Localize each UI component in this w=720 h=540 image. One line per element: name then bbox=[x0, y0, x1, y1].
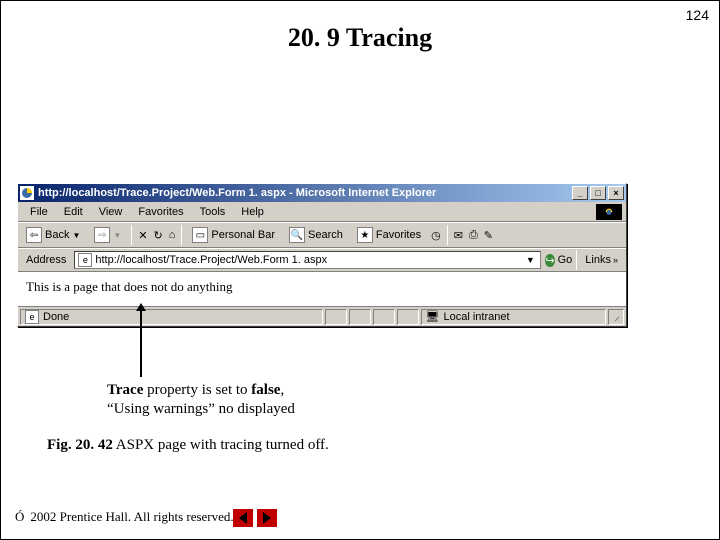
resize-grip[interactable] bbox=[608, 309, 624, 325]
address-input[interactable]: e http://localhost/Trace.Project/Web.For… bbox=[74, 251, 541, 269]
window-titlebar: http://localhost/Trace.Project/Web.Form … bbox=[18, 184, 626, 202]
annotation-line1-mid: property is set to bbox=[143, 382, 251, 398]
copyright-symbol: Ó bbox=[15, 509, 24, 525]
annotation-text: Trace property is set to false, “Using w… bbox=[107, 381, 295, 419]
refresh-icon[interactable]: ↻ bbox=[154, 229, 163, 242]
links-button[interactable]: Links » bbox=[581, 254, 622, 266]
personal-bar-button[interactable]: ▭ Personal Bar bbox=[188, 225, 279, 245]
address-label: Address bbox=[22, 254, 70, 266]
menubar: File Edit View Favorites Tools Help bbox=[18, 202, 626, 222]
menu-file[interactable]: File bbox=[22, 204, 56, 220]
status-pane-4 bbox=[373, 309, 395, 325]
figure-number: Fig. 20. 42 bbox=[47, 437, 113, 453]
forward-button[interactable]: ⇨ ▼ bbox=[90, 225, 125, 245]
search-label: Search bbox=[308, 229, 343, 241]
separator bbox=[181, 225, 182, 245]
ie-page-icon bbox=[20, 186, 34, 200]
maximize-button[interactable]: □ bbox=[590, 186, 606, 200]
print-icon[interactable]: ⎙ bbox=[469, 229, 478, 242]
window-buttons: _ □ × bbox=[570, 186, 624, 200]
window-title: http://localhost/Trace.Project/Web.Form … bbox=[38, 187, 570, 199]
go-icon: ↪ bbox=[545, 254, 554, 267]
menu-favorites[interactable]: Favorites bbox=[130, 204, 191, 220]
minimize-button[interactable]: _ bbox=[572, 186, 588, 200]
figure-caption: Fig. 20. 42 ASPX page with tracing turne… bbox=[47, 437, 329, 454]
go-button[interactable]: ↪ Go bbox=[545, 254, 572, 267]
favorites-button[interactable]: ★ Favorites bbox=[353, 225, 425, 245]
status-pane-5 bbox=[397, 309, 419, 325]
edit-icon[interactable]: ✎ bbox=[484, 229, 493, 242]
next-slide-button[interactable] bbox=[257, 509, 277, 527]
status-pane-3 bbox=[349, 309, 371, 325]
menu-view[interactable]: View bbox=[91, 204, 131, 220]
security-zone-pane: 🖥 Local intranet bbox=[421, 309, 607, 325]
links-label: Links bbox=[585, 254, 611, 266]
status-text: Done bbox=[43, 311, 69, 323]
section-heading: 20. 9 Tracing bbox=[1, 23, 719, 53]
links-chevron-icon: » bbox=[613, 255, 618, 265]
dropdown-icon: ▼ bbox=[113, 231, 121, 240]
grip-icon bbox=[613, 311, 619, 323]
back-label: Back bbox=[45, 229, 69, 241]
dropdown-icon: ▼ bbox=[72, 231, 80, 240]
slide-nav bbox=[233, 509, 277, 527]
triangle-left-icon bbox=[239, 512, 247, 524]
stop-icon[interactable]: ✕ bbox=[138, 229, 147, 242]
status-main-pane: e Done bbox=[20, 309, 323, 325]
search-icon: 🔍 bbox=[289, 227, 305, 243]
mail-icon[interactable]: ✉ bbox=[454, 229, 463, 242]
slide: 124 20. 9 Tracing http://localhost/Trace… bbox=[0, 0, 720, 540]
menu-tools[interactable]: Tools bbox=[192, 204, 234, 220]
done-icon: e bbox=[25, 310, 39, 324]
ie-window: http://localhost/Trace.Project/Web.Form … bbox=[17, 183, 627, 327]
search-button[interactable]: 🔍 Search bbox=[285, 225, 347, 245]
back-arrow-icon: ⇦ bbox=[26, 227, 42, 243]
go-label: Go bbox=[558, 254, 573, 266]
favorites-label: Favorites bbox=[376, 229, 421, 241]
copyright-text: 2002 Prentice Hall. All rights reserved. bbox=[30, 509, 233, 525]
status-pane-2 bbox=[325, 309, 347, 325]
page-type-icon: e bbox=[78, 253, 92, 267]
annotation-line2: “Using warnings” no displayed bbox=[107, 400, 295, 419]
status-bar: e Done 🖥 Local intranet bbox=[18, 306, 626, 326]
triangle-right-icon bbox=[263, 512, 271, 524]
history-icon[interactable]: ◷ bbox=[431, 229, 441, 242]
annotation-arrow bbox=[140, 309, 142, 377]
separator bbox=[131, 225, 132, 245]
address-bar: Address e http://localhost/Trace.Project… bbox=[18, 248, 626, 272]
page-content: This is a page that does not do anything bbox=[18, 272, 626, 306]
prev-slide-button[interactable] bbox=[233, 509, 253, 527]
address-dropdown-icon[interactable]: ▼ bbox=[523, 255, 537, 265]
back-button[interactable]: ⇦ Back ▼ bbox=[22, 225, 84, 245]
menu-help[interactable]: Help bbox=[233, 204, 272, 220]
page-body-text: This is a page that does not do anything bbox=[26, 279, 233, 294]
url-text: http://localhost/Trace.Project/Web.Form … bbox=[95, 254, 520, 266]
separator bbox=[576, 250, 577, 270]
footer-copyright: Ó 2002 Prentice Hall. All rights reserve… bbox=[15, 509, 234, 525]
annotation-trace-word: Trace bbox=[107, 382, 143, 398]
separator bbox=[447, 225, 448, 245]
toolbar: ⇦ Back ▼ ⇨ ▼ ✕ ↻ ⌂ ▭ Personal Bar 🔍 Sear… bbox=[18, 222, 626, 248]
annotation-line1-tail: , bbox=[280, 382, 284, 398]
annotation-false-word: false bbox=[251, 382, 280, 398]
close-button[interactable]: × bbox=[608, 186, 624, 200]
figure-text: ASPX page with tracing turned off. bbox=[113, 437, 329, 453]
intranet-icon: 🖥 bbox=[426, 310, 440, 324]
ie-logo-icon bbox=[596, 204, 622, 220]
menu-edit[interactable]: Edit bbox=[56, 204, 91, 220]
personal-bar-label: Personal Bar bbox=[211, 229, 275, 241]
favorites-icon: ★ bbox=[357, 227, 373, 243]
personal-bar-icon: ▭ bbox=[192, 227, 208, 243]
forward-arrow-icon: ⇨ bbox=[94, 227, 110, 243]
zone-text: Local intranet bbox=[444, 311, 510, 323]
home-icon[interactable]: ⌂ bbox=[169, 229, 176, 241]
page-number: 124 bbox=[686, 7, 709, 23]
